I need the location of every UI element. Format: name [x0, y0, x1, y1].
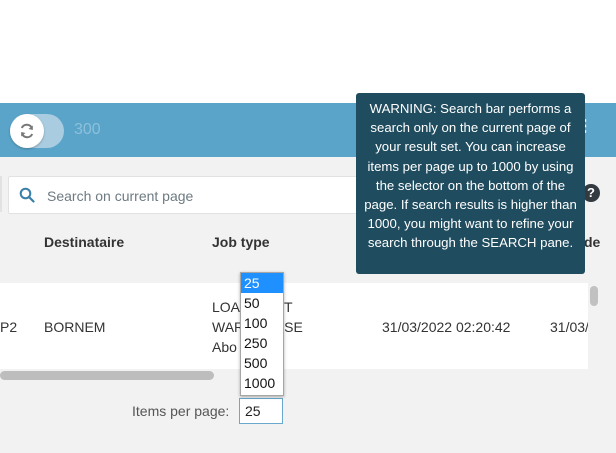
cell-date-partial: 31/03/	[550, 319, 588, 335]
horizontal-scrollbar-thumb[interactable]	[0, 371, 214, 380]
column-header-destinataire[interactable]: Destinataire	[44, 234, 124, 250]
items-per-page-dropdown[interactable]: 25 50 100 250 500 1000	[240, 272, 284, 396]
option-250[interactable]: 250	[241, 333, 283, 353]
job-type-line: Abo	[212, 339, 237, 355]
option-50[interactable]: 50	[241, 293, 283, 313]
items-per-page-label: Items per page:	[132, 403, 230, 419]
job-type-line-tail: SE	[284, 319, 303, 335]
option-500[interactable]: 500	[241, 353, 283, 373]
left-border	[0, 176, 2, 212]
auto-refresh-toggle[interactable]	[10, 114, 64, 148]
option-1000[interactable]: 1000	[241, 373, 283, 393]
cell-date: 31/03/2022 02:20:42	[382, 319, 511, 335]
search-input[interactable]	[45, 183, 379, 209]
items-per-page-select[interactable]: 25	[239, 398, 283, 424]
column-header-partial[interactable]: de	[584, 234, 616, 250]
search-bar	[8, 176, 390, 214]
refresh-icon	[20, 123, 34, 139]
column-header-job-type[interactable]: Job type	[212, 234, 270, 250]
option-100[interactable]: 100	[241, 313, 283, 333]
cell-id: P2	[0, 319, 18, 335]
search-icon	[19, 187, 35, 203]
search-warning-tooltip: WARNING: Search bar performs a search on…	[356, 93, 585, 274]
job-type-line-tail: T	[284, 299, 293, 315]
result-count: 300	[74, 121, 101, 138]
cell-destinataire: BORNEM	[44, 319, 106, 335]
table-row[interactable]: P2 BORNEM LOAT WARSE Aboo 31/03/2022 02:…	[0, 283, 588, 369]
option-25[interactable]: 25	[241, 273, 283, 293]
vertical-scrollbar-thumb[interactable]	[590, 286, 598, 306]
toggle-knob[interactable]	[10, 114, 44, 148]
job-type-line: LOA	[212, 299, 241, 315]
page-header-area	[0, 0, 616, 103]
